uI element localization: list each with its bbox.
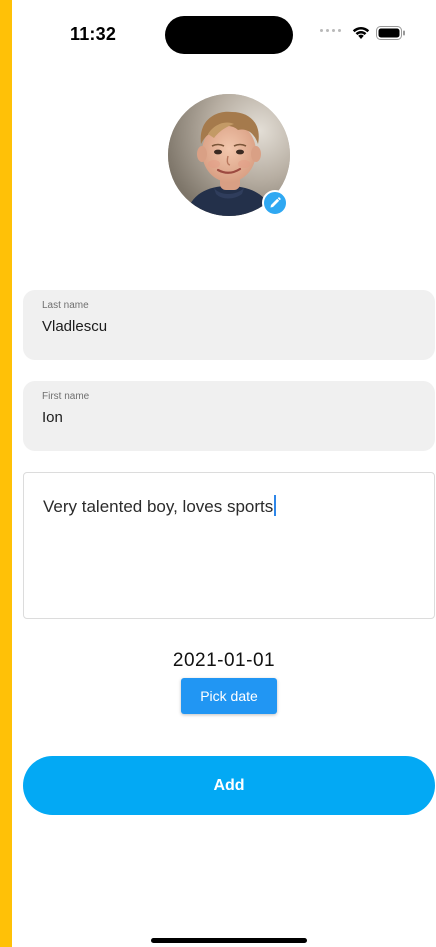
last-name-label: Last name	[42, 300, 89, 311]
notes-textarea[interactable]: Very talented boy, loves sports	[23, 472, 435, 619]
cellular-signal-icon	[320, 29, 341, 32]
selected-date: 2021-01-01	[172, 650, 276, 671]
first-name-field[interactable]: First name Ion	[23, 381, 435, 451]
app-screen: 11:32 Last name Vladlescu First name Ion…	[12, 0, 436, 947]
edit-avatar-button[interactable]	[262, 190, 288, 216]
wifi-icon	[352, 27, 370, 39]
status-bar: 11:32	[12, 0, 436, 62]
add-button[interactable]: Add	[23, 756, 435, 815]
last-name-input[interactable]: Vladlescu	[42, 318, 107, 335]
notes-text: Very talented boy, loves sports	[43, 495, 277, 517]
status-time: 11:32	[70, 24, 117, 44]
pick-date-button[interactable]: Pick date	[181, 678, 277, 714]
pencil-icon	[270, 197, 281, 208]
first-name-label: First name	[42, 391, 90, 402]
avatar-container[interactable]	[168, 94, 290, 216]
first-name-input[interactable]: Ion	[42, 409, 63, 426]
text-caret	[274, 495, 277, 516]
last-name-field[interactable]: Last name Vladlescu	[23, 290, 435, 360]
notes-value: Very talented boy, loves sports	[43, 497, 274, 516]
battery-icon	[376, 26, 405, 40]
home-indicator[interactable]	[151, 938, 307, 943]
dynamic-island	[165, 16, 293, 54]
